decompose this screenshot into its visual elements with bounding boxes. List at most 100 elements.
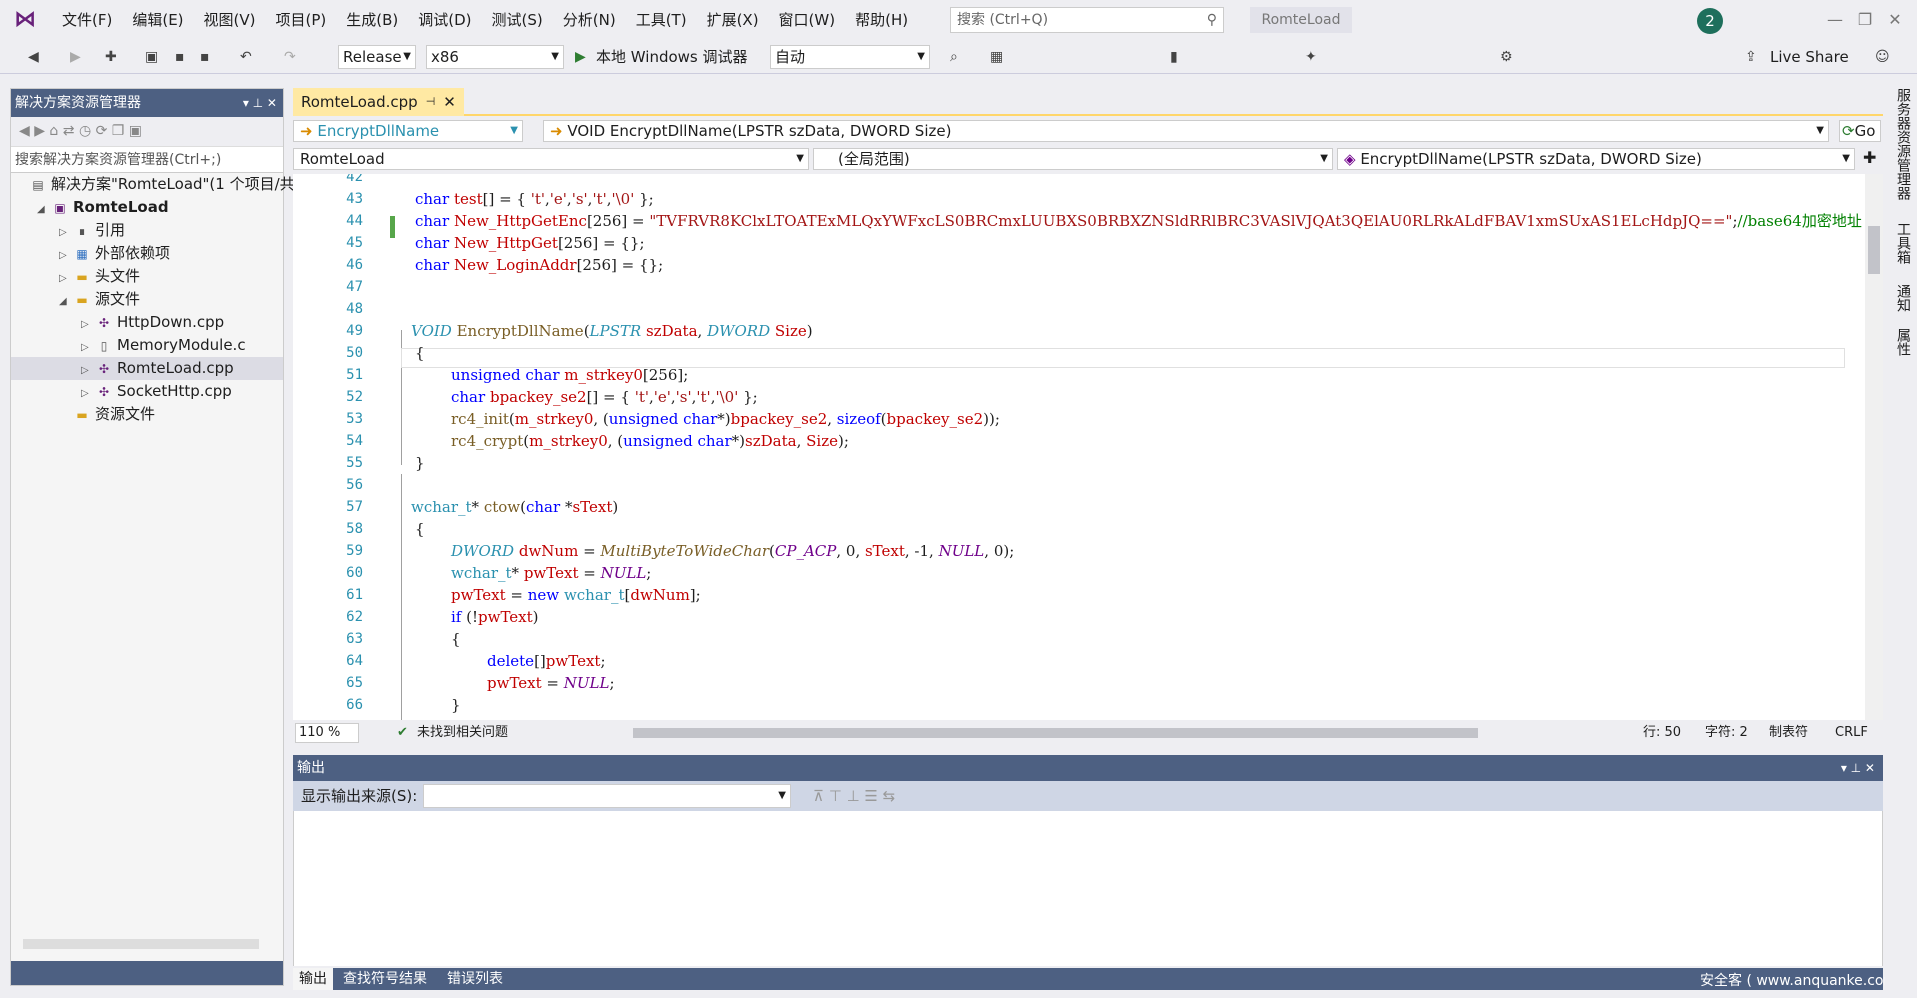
- back-icon[interactable]: ◀: [28, 46, 39, 68]
- tab-output[interactable]: 输出: [293, 968, 333, 990]
- tree-item[interactable]: ◢ ▣ RomteLoad: [11, 196, 283, 219]
- issues-status[interactable]: 未找到相关问题: [417, 722, 508, 744]
- extensions-icon[interactable]: ✦: [1305, 46, 1317, 68]
- tree-item[interactable]: ▷ ▯ MemoryModule.c: [11, 334, 283, 357]
- tab-find-symbol[interactable]: 查找符号结果: [337, 968, 433, 990]
- expand-icon[interactable]: ▷: [59, 244, 73, 267]
- open-icon[interactable]: ▣: [145, 46, 158, 68]
- tab-error-list[interactable]: 错误列表: [441, 968, 509, 990]
- platform-select[interactable]: x86 ▼: [426, 45, 564, 69]
- global-scope-select[interactable]: (全局范围) ▼: [813, 148, 1333, 170]
- find-in-files-icon[interactable]: ⌕: [950, 46, 958, 68]
- split-icon[interactable]: ✚: [1863, 148, 1876, 167]
- tree-item[interactable]: ▷ ▦ 外部依赖项: [11, 242, 283, 265]
- server-explorer-tab[interactable]: 服务器资源管理器: [1893, 88, 1913, 200]
- scroll-thumb[interactable]: [1868, 226, 1880, 274]
- horizontal-scrollbar[interactable]: [23, 939, 259, 949]
- pin-icon[interactable]: ⊣: [426, 88, 436, 116]
- feedback-icon[interactable]: ☺: [1875, 46, 1890, 68]
- configuration-select[interactable]: Release ▼: [338, 45, 416, 69]
- menu-debug[interactable]: 调试(D): [408, 0, 481, 40]
- properties-tab[interactable]: 属性: [1893, 328, 1913, 356]
- output-tools-icon[interactable]: ⊼ ⊤ ⊥ ☰ ⇆: [813, 781, 895, 811]
- close-icon[interactable]: ✕: [1880, 8, 1910, 32]
- output-body[interactable]: [293, 811, 1883, 966]
- visual-studio-logo-icon[interactable]: ⋈: [12, 7, 38, 33]
- menu-file[interactable]: 文件(F): [52, 0, 122, 40]
- live-share-icon[interactable]: ⇪: [1745, 46, 1757, 68]
- tree-item[interactable]: ▤ 解决方案"RomteLoad"(1 个项目/共 1 个): [11, 173, 334, 196]
- menu-window[interactable]: 窗口(W): [769, 0, 846, 40]
- solution-mode-select[interactable]: 自动 ▼: [770, 45, 930, 69]
- char-indicator[interactable]: 字符: 2: [1705, 722, 1748, 744]
- search-input[interactable]: 搜索 (Ctrl+Q) ⚲: [950, 7, 1224, 33]
- notification-badge[interactable]: 2: [1697, 8, 1723, 34]
- sync-icon[interactable]: ◀ ▶ ⌂ ⇄ ◷ ⟳ ❐ ▣: [19, 123, 142, 139]
- tree-item[interactable]: ▷ ✣ SocketHttp.cpp: [11, 380, 283, 403]
- go-button[interactable]: ⟳Go: [1839, 120, 1881, 142]
- zoom-select[interactable]: 110 %: [295, 723, 359, 743]
- menu-edit[interactable]: 编辑(E): [122, 0, 193, 40]
- tree-item[interactable]: ◢ ▬ 源文件: [11, 288, 283, 311]
- save-icon[interactable]: ▪: [175, 46, 185, 68]
- expand-icon[interactable]: ▷: [59, 267, 73, 290]
- live-share-button[interactable]: Live Share: [1770, 46, 1849, 68]
- menu-analyze[interactable]: 分析(N): [553, 0, 626, 40]
- tree-item-label: MemoryModule.c: [117, 336, 246, 354]
- pin-icon[interactable]: ▾ ⊥ ✕: [1841, 755, 1875, 781]
- menu-build[interactable]: 生成(B): [336, 0, 408, 40]
- misc-tools-icon[interactable]: ⚙: [1500, 46, 1513, 68]
- tree-item[interactable]: ▷ ✣ RomteLoad.cpp: [11, 357, 283, 380]
- toolbox-tab[interactable]: 工具箱: [1893, 222, 1913, 264]
- menu-project[interactable]: 项目(P): [266, 0, 337, 40]
- undo-icon[interactable]: ↶: [240, 46, 252, 68]
- tree-item[interactable]: ▷ ✣ HttpDown.cpp: [11, 311, 283, 334]
- minimize-icon[interactable]: —: [1820, 8, 1850, 32]
- vertical-scrollbar[interactable]: [1865, 174, 1883, 720]
- menu-tools[interactable]: 工具(T): [626, 0, 697, 40]
- expand-icon[interactable]: ▷: [59, 221, 73, 244]
- redo-icon[interactable]: ↷: [284, 46, 296, 68]
- chevron-down-icon: ▼: [1320, 153, 1328, 164]
- expand-icon[interactable]: ▷: [81, 382, 95, 405]
- debugger-button[interactable]: 本地 Windows 调试器: [596, 46, 748, 68]
- restore-icon[interactable]: ❐: [1850, 8, 1880, 32]
- signature-select[interactable]: ➜ VOID EncryptDllName(LPSTR szData, DWOR…: [543, 120, 1829, 142]
- start-debug-icon[interactable]: ▶: [575, 46, 586, 68]
- function-scope-select[interactable]: ◈ EncryptDllName(LPSTR szData, DWORD Siz…: [1337, 148, 1855, 170]
- expand-icon[interactable]: ▷: [81, 313, 95, 336]
- solution-search-input[interactable]: 搜索解决方案资源管理器(Ctrl+;): [11, 147, 283, 173]
- tree-item[interactable]: ▷ ∎ 引用: [11, 219, 283, 242]
- line-number: 57: [346, 499, 363, 515]
- line-indicator[interactable]: 行: 50: [1643, 722, 1681, 744]
- tabs-indicator[interactable]: 制表符: [1769, 722, 1808, 744]
- method-icon: ◈: [1344, 150, 1361, 168]
- expand-icon[interactable]: ▷: [81, 359, 95, 382]
- menu-extensions[interactable]: 扩展(X): [697, 0, 769, 40]
- tree-item-label: HttpDown.cpp: [117, 313, 225, 331]
- eol-indicator[interactable]: CRLF: [1835, 722, 1868, 744]
- notifications-tab[interactable]: 通知: [1893, 284, 1913, 312]
- menu-view[interactable]: 视图(V): [194, 0, 266, 40]
- expand-icon[interactable]: ▷: [81, 336, 95, 359]
- reference-icon: ∎: [78, 224, 86, 238]
- menu-test[interactable]: 测试(S): [482, 0, 553, 40]
- new-project-icon[interactable]: ✚: [105, 46, 117, 68]
- expand-icon[interactable]: ◢: [59, 290, 73, 313]
- expand-icon[interactable]: ◢: [37, 198, 51, 221]
- bookmark-icon[interactable]: ▮: [1170, 46, 1178, 68]
- output-source-select[interactable]: ▼: [423, 784, 791, 808]
- tab-romteload-cpp[interactable]: RomteLoad.cpp ⊣ ✕: [293, 88, 464, 116]
- tree-item[interactable]: ▬ 资源文件: [11, 403, 283, 426]
- symbol-select[interactable]: ➜ EncryptDllName ▼: [293, 120, 523, 142]
- forward-icon[interactable]: ▶: [70, 46, 81, 68]
- close-tab-icon[interactable]: ✕: [443, 88, 456, 116]
- code-editor[interactable]: 42 43 44 45 46 47 48 49 50 51 52 53 54 55 56 57 58 59 60 61…: [293, 174, 1865, 720]
- tree-item[interactable]: ▷ ▬ 头文件: [11, 265, 283, 288]
- menu-help[interactable]: 帮助(H): [845, 0, 918, 40]
- pin-icon[interactable]: ▾ ⊥ ✕: [243, 89, 277, 117]
- browser-icon[interactable]: ▦: [990, 46, 1003, 68]
- project-scope-select[interactable]: RomteLoad ▼: [293, 148, 809, 170]
- horizontal-scrollbar[interactable]: [633, 728, 1478, 738]
- save-all-icon[interactable]: ▪: [200, 46, 210, 68]
